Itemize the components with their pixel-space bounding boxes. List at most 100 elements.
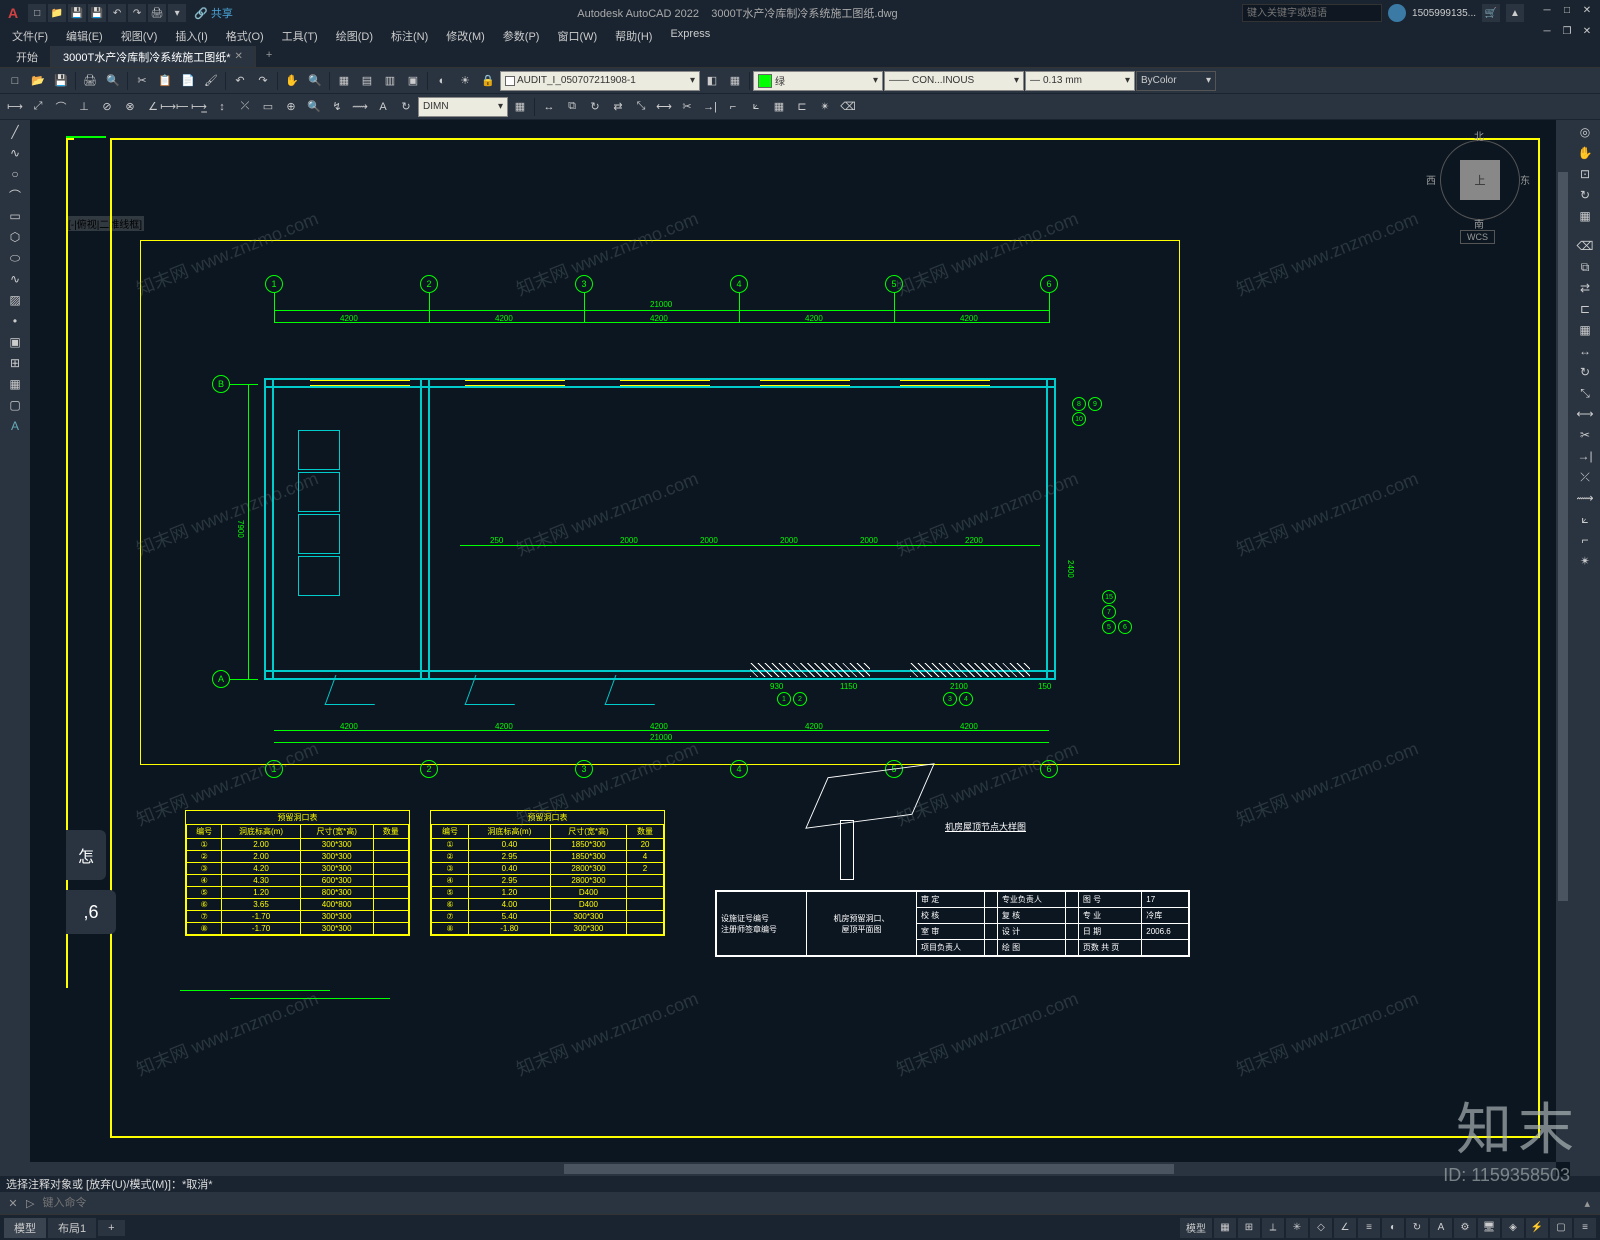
otrack-toggle-icon[interactable]: ∠ [1334,1218,1356,1238]
tab-start[interactable]: 开始 [4,46,51,67]
mod-copy-icon[interactable]: ⧉ [1573,257,1597,277]
anno-toggle-icon[interactable]: A [1430,1218,1452,1238]
tedit-icon[interactable]: A [372,96,394,118]
undo-icon[interactable]: ↶ [229,70,251,92]
layout1-tab[interactable]: 布局1 [48,1218,96,1238]
dim-dia-icon[interactable]: ⊗ [119,96,141,118]
ws-toggle-icon[interactable]: ⚙ [1454,1218,1476,1238]
qat-undo-icon[interactable]: ↶ [108,4,126,22]
dim-break-icon[interactable]: ⤫ [234,96,256,118]
search-input[interactable] [1242,4,1382,22]
save-icon[interactable]: 💾 [50,70,72,92]
qat-new-icon[interactable]: □ [28,4,46,22]
menu-window[interactable]: 窗口(W) [549,26,605,46]
mod-explode-icon[interactable]: ✴ [1573,551,1597,571]
qat-redo-icon[interactable]: ↷ [128,4,146,22]
dim-aligned-icon[interactable]: ⤢ [27,96,49,118]
grid-toggle-icon[interactable]: ▦ [1214,1218,1236,1238]
tol-icon[interactable]: ▭ [257,96,279,118]
dimstyle-mgr-icon[interactable]: ▦ [509,96,531,118]
dim-arc-icon[interactable]: ⌒ [50,96,72,118]
dir-s[interactable]: 南 [1474,216,1484,231]
rotate-icon[interactable]: ↻ [584,96,606,118]
tab-document[interactable]: 3000T水产冷库制冷系统施工图纸* ✕ [51,46,256,67]
h-scrollbar[interactable] [30,1162,1556,1176]
mod-trim-icon[interactable]: ✂ [1573,425,1597,445]
mod-erase-icon[interactable]: ⌫ [1573,236,1597,256]
dir-w[interactable]: 西 [1426,172,1436,187]
erase-icon[interactable]: ⌫ [837,96,859,118]
cycle-toggle-icon[interactable]: ↻ [1406,1218,1428,1238]
menu-edit[interactable]: 编辑(E) [58,26,111,46]
scale-icon[interactable]: ⤡ [630,96,652,118]
layer-dropdown[interactable]: AUDIT_I_050707211908-1▾ [500,71,700,91]
dim-linear-icon[interactable]: ⟼ [4,96,26,118]
dimstyle-dropdown[interactable]: DIMN▾ [418,97,508,117]
dim-cont-icon[interactable]: ⟼⟼ [165,96,187,118]
dir-e[interactable]: 东 [1520,172,1530,187]
drawing-canvas[interactable]: [-|俯视|二维线框] 1 2 3 4 5 6 4200 4200 420 [30,120,1570,1176]
maximize-icon[interactable]: □ [1558,5,1576,21]
mirror-icon[interactable]: ⇄ [607,96,629,118]
menu-param[interactable]: 参数(P) [495,26,548,46]
cart-icon[interactable]: 🛒 [1482,4,1500,22]
trim-icon[interactable]: ✂ [676,96,698,118]
menu-draw[interactable]: 绘图(D) [328,26,381,46]
move-icon[interactable]: ↔ [538,96,560,118]
pan-icon[interactable]: ✋ [281,70,303,92]
explode-icon[interactable]: ✴ [814,96,836,118]
menu-view[interactable]: 视图(V) [113,26,166,46]
prop-icon[interactable]: ▦ [333,70,355,92]
minimize-icon[interactable]: ─ [1538,5,1556,21]
update-icon[interactable]: ↻ [395,96,417,118]
doc-restore-icon[interactable]: ❐ [1558,26,1576,42]
paste-icon[interactable]: 📄 [177,70,199,92]
qat-open-icon[interactable]: 📁 [48,4,66,22]
color-dropdown[interactable]: 绿▾ [753,71,883,91]
status-model-btn[interactable]: 模型 [1180,1218,1212,1238]
dim-base-icon[interactable]: ⟼̲ [188,96,210,118]
plotstyle-dropdown[interactable]: ByColor▾ [1136,71,1216,91]
mod-stretch-icon[interactable]: ⟷ [1573,404,1597,424]
match-icon[interactable]: 🖌 [200,70,222,92]
cmd-expand-icon[interactable]: ▴ [1578,1197,1596,1210]
nav-show-icon[interactable]: ▦ [1573,206,1597,226]
zoom-icon[interactable]: 🔍 [304,70,326,92]
menu-file[interactable]: 文件(F) [4,26,56,46]
clean-toggle-icon[interactable]: ▢ [1550,1218,1572,1238]
layout-add-icon[interactable]: + [98,1220,124,1236]
linetype-dropdown[interactable]: —— CON...INOUS▾ [884,71,1024,91]
menu-modify[interactable]: 修改(M) [438,26,493,46]
mod-mirror-icon[interactable]: ⇄ [1573,278,1597,298]
mod-break-icon[interactable]: ⤫ [1573,467,1597,487]
text-icon[interactable]: A [3,416,27,436]
dim-rad-icon[interactable]: ⊘ [96,96,118,118]
menu-insert[interactable]: 插入(I) [167,26,215,46]
mod-array-icon[interactable]: ▦ [1573,320,1597,340]
cut-icon[interactable]: ✂ [131,70,153,92]
polar-toggle-icon[interactable]: ✳ [1286,1218,1308,1238]
layer-mgr-icon[interactable]: ▦ [724,70,746,92]
array-icon[interactable]: ▦ [768,96,790,118]
side-panel-tab-2[interactable]: ,6 [66,890,116,934]
arc-icon[interactable]: ⌒ [3,185,27,205]
transp-toggle-icon[interactable]: ◐ [1382,1218,1404,1238]
spline-icon[interactable]: ∿ [3,269,27,289]
command-input[interactable] [38,1195,1574,1211]
fillet-icon[interactable]: ⌐ [722,96,744,118]
sheet-icon[interactable]: ▥ [379,70,401,92]
point-icon[interactable]: • [3,311,27,331]
qat-save-icon[interactable]: 💾 [68,4,86,22]
mod-fillet-icon[interactable]: ⌐ [1573,530,1597,550]
dim-ord-icon[interactable]: ⊥ [73,96,95,118]
close-icon[interactable]: ✕ [1578,5,1596,21]
mod-move-icon[interactable]: ↔ [1573,341,1597,361]
center-icon[interactable]: ⊕ [280,96,302,118]
mod-chamfer-icon[interactable]: ⟀ [1573,509,1597,529]
polygon-icon[interactable]: ⬡ [3,227,27,247]
dcenter-icon[interactable]: ▤ [356,70,378,92]
h-scroll-thumb[interactable] [564,1164,1174,1174]
layerstate-icon[interactable]: ☀ [454,70,476,92]
isolate-toggle-icon[interactable]: ◈ [1502,1218,1524,1238]
lwt-toggle-icon[interactable]: ≡ [1358,1218,1380,1238]
